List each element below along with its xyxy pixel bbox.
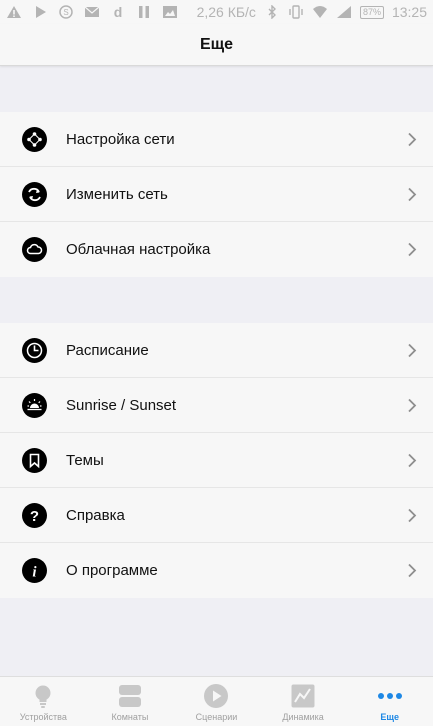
clock-icon	[22, 338, 47, 363]
menu-item-label: Справка	[66, 506, 125, 524]
chevron-right-icon	[407, 453, 417, 468]
signal-icon	[336, 5, 352, 19]
tab-label: Устройства	[19, 712, 67, 722]
page-title: Еще	[199, 35, 234, 53]
bluetooth-icon	[264, 5, 280, 19]
menu-item-label: Расписание	[66, 341, 149, 359]
cloud-icon	[22, 237, 47, 262]
svg-text:i: i	[32, 565, 37, 580]
tab-label: Еще	[380, 712, 399, 722]
chevron-right-icon	[407, 398, 417, 413]
pause-icon	[136, 5, 152, 19]
menu-item-label: О программе	[66, 562, 158, 579]
menu-item-change-network[interactable]: Изменить сеть	[0, 167, 433, 222]
help-icon: ?	[22, 503, 47, 528]
wifi-icon	[312, 5, 328, 19]
image-icon	[162, 5, 178, 19]
play-circle-icon	[203, 683, 229, 709]
tab-more[interactable]: Еще	[346, 677, 433, 726]
chevron-right-icon	[407, 187, 417, 202]
bottom-tab-bar: Устройства Комнаты Сценарии Динамика Еще	[0, 676, 433, 726]
info-icon: i	[22, 558, 47, 583]
menu-item-label: Sunrise / Sunset	[66, 396, 177, 414]
menu-item-cloud-setup[interactable]: Облачная настройка	[0, 222, 433, 277]
chevron-right-icon	[407, 343, 417, 358]
tab-devices[interactable]: Устройства	[0, 677, 87, 726]
svg-text:d: d	[114, 5, 123, 19]
tab-label: Динамика	[282, 712, 324, 722]
menu-item-label: Изменить сеть	[66, 185, 168, 203]
bookmark-icon	[22, 448, 47, 473]
chart-icon	[290, 683, 316, 709]
skype-icon: S	[58, 5, 74, 19]
chevron-right-icon	[407, 563, 417, 578]
menu-item-label: Настройка сети	[66, 130, 175, 148]
settings-group-general: Расписание Sunrise / Sunset Темы ? Справ…	[0, 323, 433, 598]
tab-rooms[interactable]: Комнаты	[87, 677, 174, 726]
menu-item-label: Облачная настройка	[66, 241, 211, 258]
more-icon	[377, 683, 403, 709]
notification-icons: S d	[6, 5, 178, 19]
battery-icon: 87%	[359, 5, 384, 19]
menu-item-about[interactable]: i О программе	[0, 543, 433, 598]
d-app-icon: d	[110, 5, 126, 19]
chevron-right-icon	[407, 132, 417, 147]
menu-item-help[interactable]: ? Справка	[0, 488, 433, 543]
tab-label: Комнаты	[111, 712, 149, 722]
mail-icon	[84, 5, 100, 19]
menu-item-network-setup[interactable]: Настройка сети	[0, 112, 433, 167]
clock-time: 13:25	[391, 4, 427, 20]
svg-text:?: ?	[30, 508, 39, 524]
tab-dynamics[interactable]: Динамика	[260, 677, 347, 726]
rooms-icon	[117, 683, 143, 709]
system-status: 2,26 КБ/с 87% 13:25	[197, 4, 427, 20]
bulb-icon	[30, 683, 56, 709]
menu-item-schedule[interactable]: Расписание	[0, 323, 433, 378]
chevron-right-icon	[407, 242, 417, 257]
switch-network-icon	[22, 182, 47, 207]
svg-text:S: S	[63, 8, 68, 17]
app-header: Еще	[0, 24, 433, 66]
menu-item-sunrise-sunset[interactable]: Sunrise / Sunset	[0, 378, 433, 433]
vibrate-icon	[288, 5, 304, 19]
status-bar: S d 2,26 КБ/с 87% 13:25	[0, 0, 433, 24]
network-speed: 2,26 КБ/с	[196, 4, 256, 20]
warning-icon	[6, 5, 22, 19]
sunrise-icon	[22, 393, 47, 418]
settings-group-network: Настройка сети Изменить сеть Облачная на…	[0, 112, 433, 277]
network-icon	[22, 127, 47, 152]
tab-scenes[interactable]: Сценарии	[173, 677, 260, 726]
play-icon	[32, 5, 48, 19]
tab-label: Сценарии	[195, 712, 238, 722]
menu-item-themes[interactable]: Темы	[0, 433, 433, 488]
chevron-right-icon	[407, 508, 417, 523]
menu-item-label: Темы	[66, 451, 104, 469]
